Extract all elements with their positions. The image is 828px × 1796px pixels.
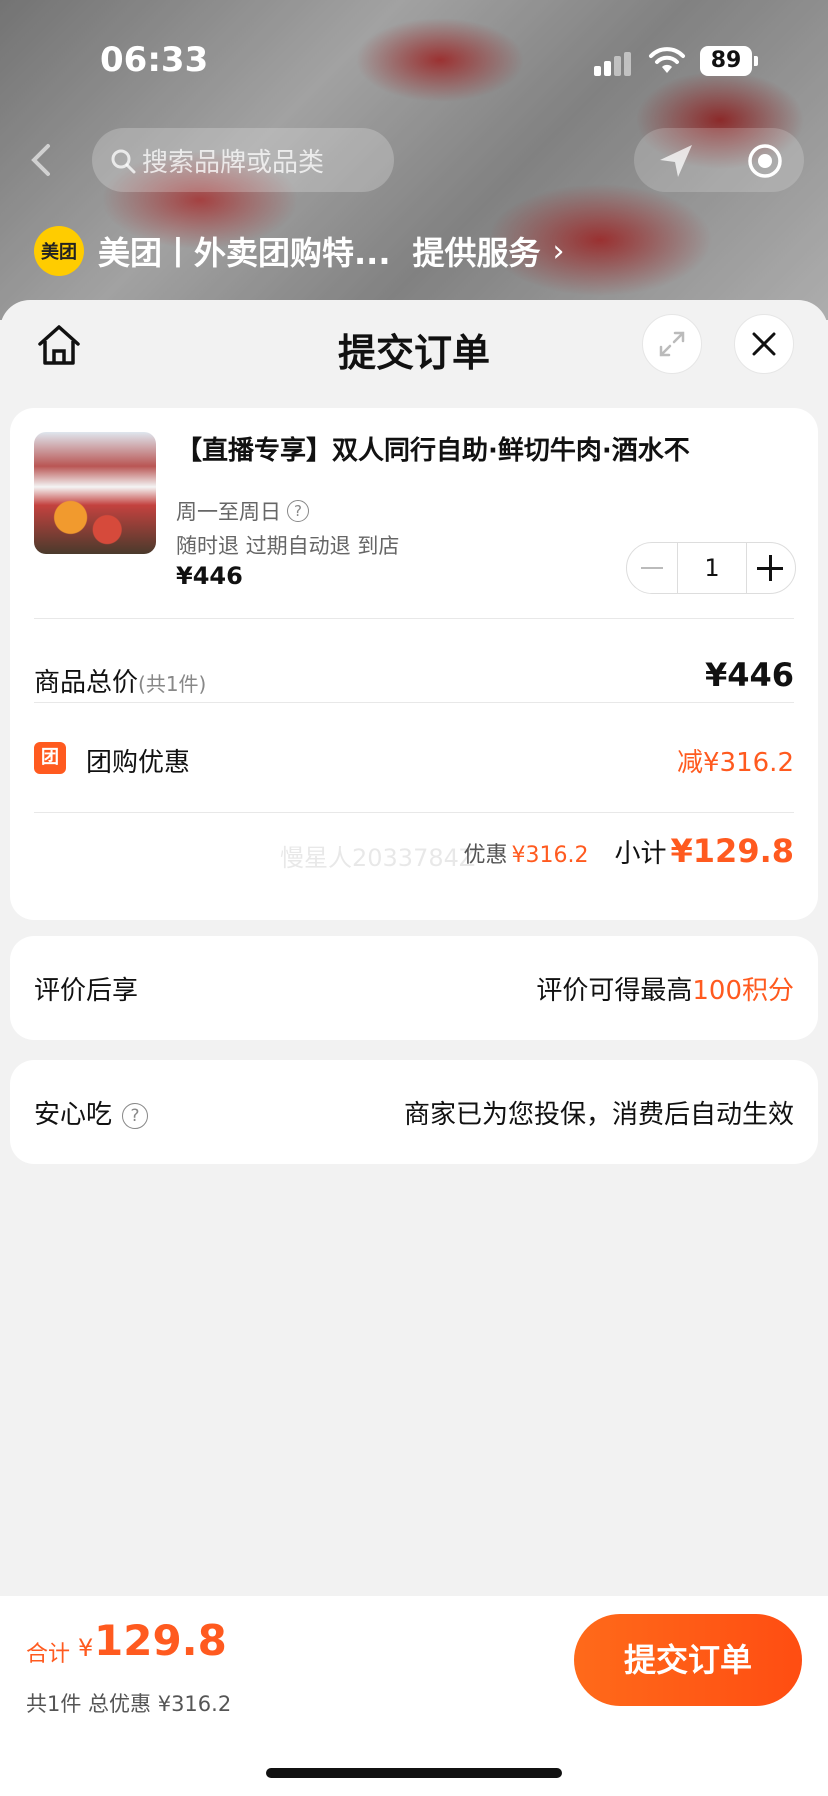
- checkout-bar: 合计 ¥ 129.8 共1件 总优惠 ¥316.2 提交订单: [0, 1596, 828, 1796]
- goods-count: (共1件): [138, 672, 207, 696]
- review-value: 评价可得最高100积分: [536, 970, 794, 1007]
- goods-total-text: 商品总价: [34, 668, 139, 698]
- order-sheet: 提交订单 【直播专享】双人同行自助·鲜切牛肉·酒水不 周一至周日 ? 随时退 过…: [0, 300, 828, 1796]
- group-discount-value: 减¥316.2: [677, 748, 794, 778]
- goods-total-value: ¥446: [704, 656, 794, 694]
- decrease-button[interactable]: [627, 543, 677, 593]
- discount-value: ¥316.2: [511, 843, 589, 868]
- page-title: 提交订单: [337, 331, 490, 375]
- product-tags: 随时退 过期自动退 到店: [176, 534, 400, 558]
- review-reward-card[interactable]: 评价后享 评价可得最高100积分: [10, 936, 818, 1040]
- divider: [34, 812, 794, 813]
- subtotal-label: 小计: [614, 839, 667, 869]
- safe-eat-label: 安心吃?: [34, 1094, 149, 1131]
- question-icon[interactable]: ?: [287, 500, 309, 522]
- question-icon[interactable]: ?: [122, 1102, 149, 1129]
- insurance-note: 商家已为您投保，消费后自动生效: [403, 1100, 794, 1130]
- close-icon: [752, 332, 776, 356]
- product-price: ¥446: [176, 562, 243, 590]
- goods-total-label: 商品总价(共1件): [34, 662, 206, 699]
- total-label: 合计: [26, 1642, 71, 1667]
- search-bar[interactable]: 搜索品牌或品类: [92, 128, 394, 192]
- total-amount: 129.8: [94, 1616, 227, 1665]
- search-placeholder: 搜索品牌或品类: [142, 148, 325, 178]
- safe-eat-text: 安心吃: [34, 1100, 113, 1130]
- nav-right-capsule: [634, 128, 804, 192]
- product-thumbnail[interactable]: [34, 432, 156, 554]
- expand-icon: [659, 331, 685, 357]
- discount-label: 优惠: [463, 843, 508, 868]
- subtotal-value: ¥129.8: [670, 832, 794, 870]
- total-summary: 共1件 总优惠 ¥316.2: [26, 1692, 232, 1716]
- product-card: 【直播专享】双人同行自助·鲜切牛肉·酒水不 周一至周日 ? 随时退 过期自动退 …: [10, 408, 818, 920]
- subtotal-row: 优惠 ¥316.2 小计 ¥129.8: [464, 832, 795, 870]
- wifi-icon: [649, 47, 685, 73]
- back-arrow-icon[interactable]: [22, 140, 58, 180]
- service-provider-label: 提供服务: [412, 234, 541, 272]
- review-label: 评价后享: [34, 976, 139, 1006]
- safe-eat-card: 安心吃? 商家已为您投保，消费后自动生效: [10, 1060, 818, 1164]
- search-icon: [111, 149, 136, 174]
- product-days-text: 周一至周日: [176, 500, 281, 524]
- divider: [34, 702, 794, 703]
- quantity-value[interactable]: 1: [677, 543, 747, 593]
- location-arrow-icon[interactable]: [656, 142, 696, 180]
- brand-name: 美团丨外卖团购特...: [98, 234, 391, 272]
- chevron-right-icon: ›: [552, 233, 565, 269]
- submit-order-button[interactable]: 提交订单: [574, 1614, 802, 1706]
- quantity-stepper: 1: [626, 542, 796, 594]
- top-nav: 搜索品牌或品类: [0, 128, 828, 192]
- close-button[interactable]: [734, 314, 794, 374]
- meituan-logo: 美团: [34, 226, 84, 276]
- watermark: 慢星人2033784Z: [280, 844, 476, 872]
- status-bar: 06:33 89: [0, 40, 828, 84]
- group-buy-icon: 团: [34, 742, 66, 774]
- points-highlight: 100积分: [692, 976, 794, 1006]
- battery-indicator: 89: [700, 46, 758, 76]
- target-icon[interactable]: [746, 142, 784, 180]
- cellular-signal-icon: [594, 52, 634, 76]
- increase-button[interactable]: [745, 543, 795, 593]
- group-discount-label: 团购优惠: [86, 748, 191, 778]
- expand-button[interactable]: [642, 314, 702, 374]
- sheet-header: 提交订单: [0, 300, 828, 400]
- merchant-link[interactable]: 美团 美团丨外卖团购特... 提供服务 ›: [34, 224, 565, 278]
- status-time: 06:33: [100, 40, 209, 80]
- divider: [34, 618, 794, 619]
- product-title[interactable]: 【直播专享】双人同行自助·鲜切牛肉·酒水不: [176, 430, 690, 467]
- product-days: 周一至周日 ?: [176, 496, 309, 526]
- total-currency: ¥: [78, 1634, 94, 1662]
- home-indicator[interactable]: [266, 1768, 562, 1778]
- review-value-text: 评价可得最高: [536, 976, 693, 1006]
